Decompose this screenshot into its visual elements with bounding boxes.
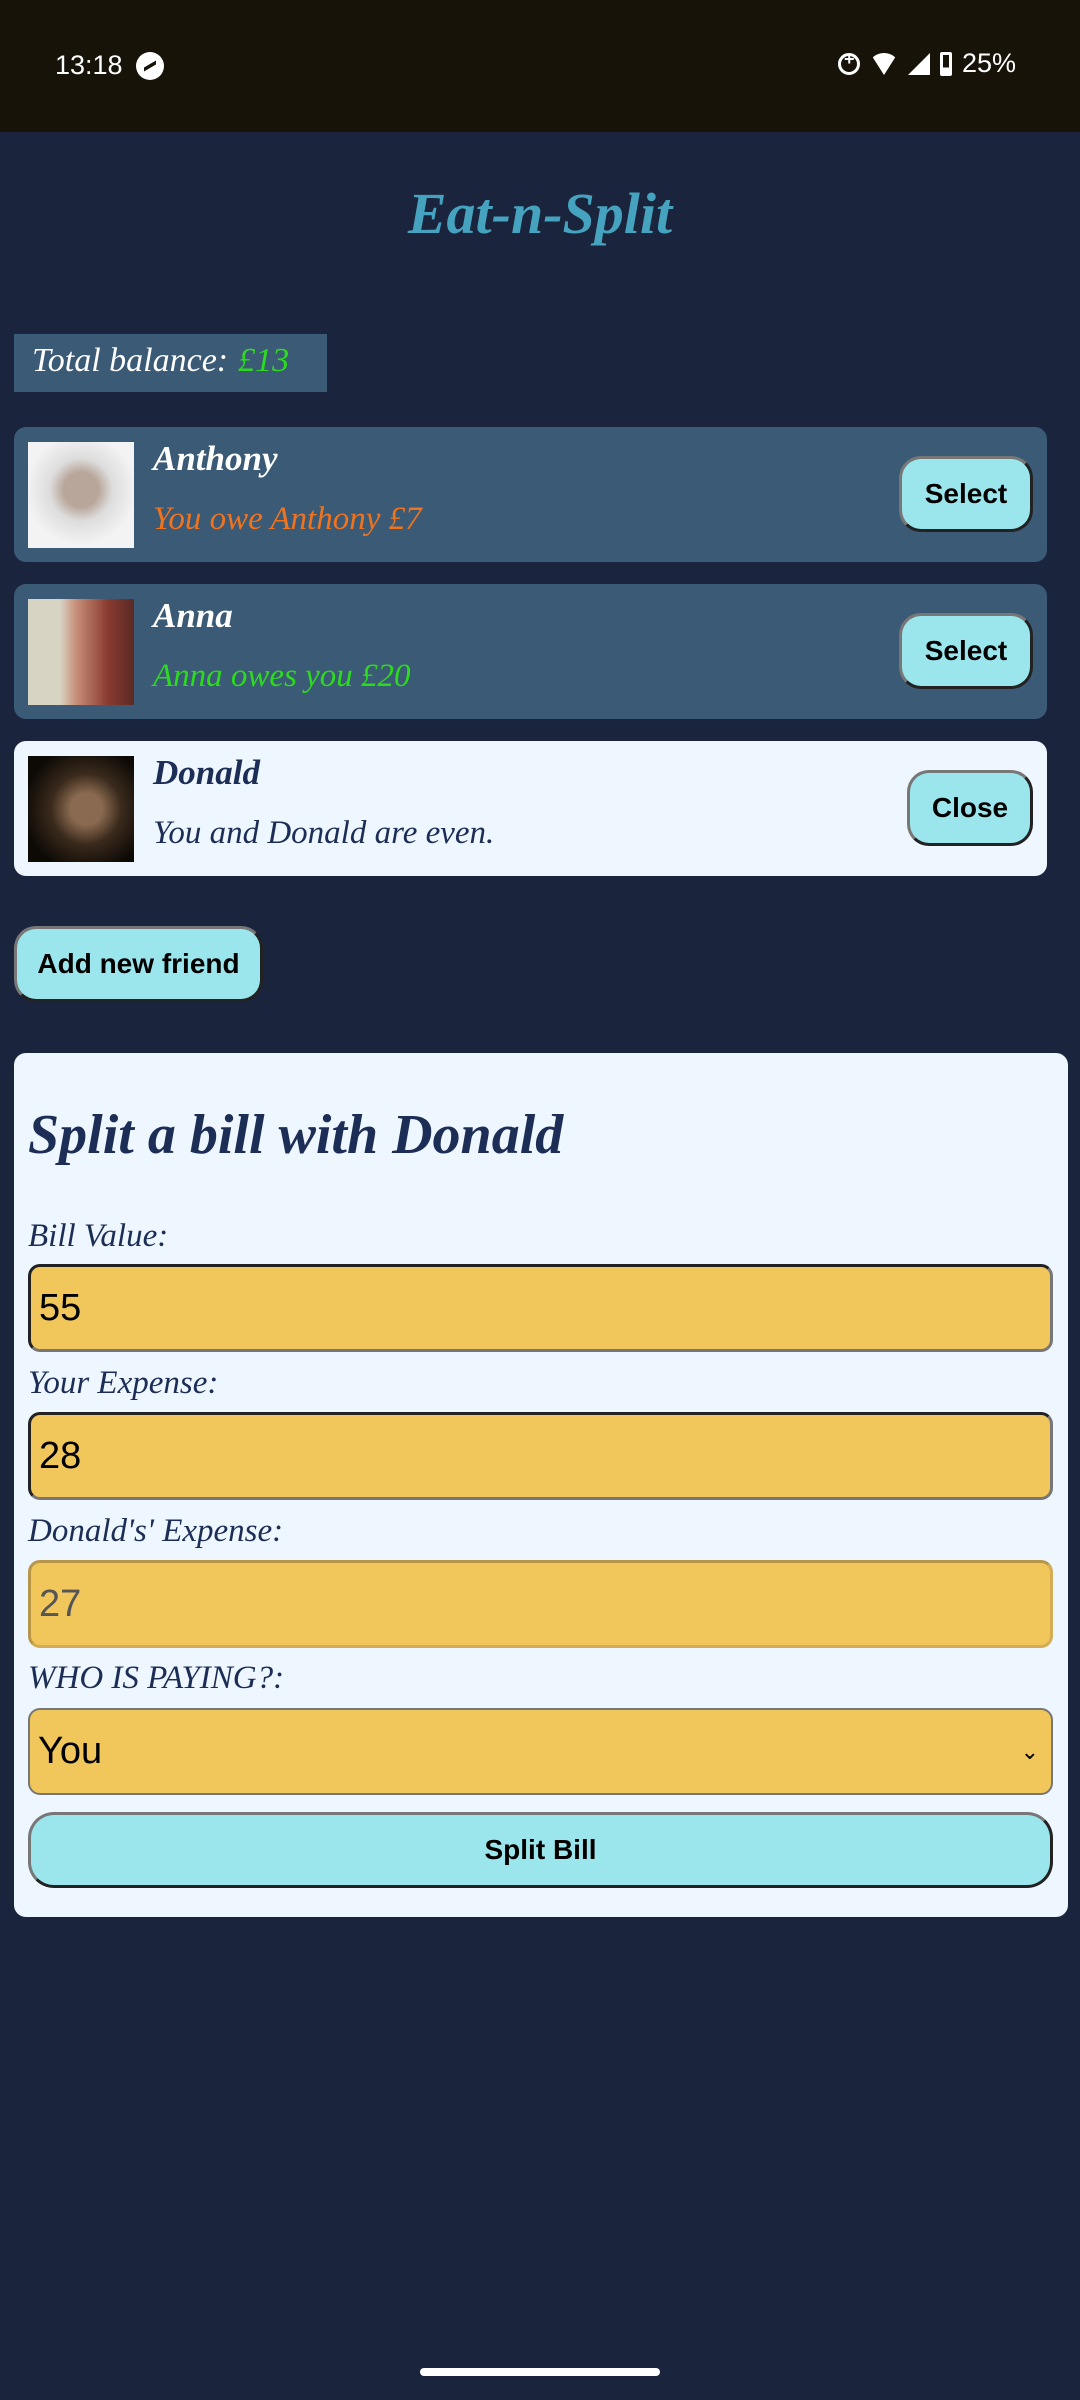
friend-card-anna: Anna Anna owes you £20 Select bbox=[14, 584, 1047, 719]
status-bar: 13:18 25% bbox=[0, 0, 1080, 132]
split-bill-form: Split a bill with Donald Bill Value: 55 … bbox=[14, 1053, 1068, 1917]
avatar bbox=[28, 756, 134, 862]
split-bill-button[interactable]: Split Bill bbox=[28, 1812, 1053, 1888]
battery-percent: 25% bbox=[961, 48, 1016, 78]
bill-value-label: Bill Value: bbox=[28, 1218, 169, 1254]
friend-expense-input: 27 bbox=[28, 1560, 1053, 1648]
friend-balance: Anna owes you £20 bbox=[153, 658, 411, 694]
home-indicator[interactable] bbox=[420, 2368, 660, 2376]
signal-icon bbox=[907, 52, 930, 75]
friend-name: Anna bbox=[153, 596, 233, 635]
balance-label: Total balance: bbox=[32, 342, 229, 379]
battery-icon bbox=[939, 51, 952, 76]
friend-balance: You owe Anthony £7 bbox=[153, 501, 422, 537]
friend-balance: You and Donald are even. bbox=[153, 815, 495, 851]
select-button[interactable]: Select bbox=[899, 456, 1033, 532]
bill-value-input[interactable]: 55 bbox=[28, 1264, 1053, 1352]
app-title: Eat-n-Split bbox=[407, 181, 673, 246]
close-button[interactable]: Close bbox=[907, 770, 1033, 846]
friend-name: Donald bbox=[153, 753, 260, 792]
add-new-friend-button[interactable]: Add new friend bbox=[14, 926, 263, 1002]
select-button[interactable]: Select bbox=[899, 613, 1033, 689]
who-is-paying-select[interactable]: You ⌄ bbox=[28, 1708, 1053, 1795]
wifi-icon bbox=[869, 52, 898, 75]
form-heading: Split a bill with Donald bbox=[28, 1104, 564, 1166]
avatar bbox=[28, 599, 134, 705]
friend-expense-label: Donald's' Expense: bbox=[28, 1513, 284, 1549]
avatar bbox=[28, 442, 134, 548]
friend-card-donald: Donald You and Donald are even. Close bbox=[14, 741, 1047, 876]
friend-name: Anthony bbox=[153, 439, 278, 478]
friend-card-anthony: Anthony You owe Anthony £7 Select bbox=[14, 427, 1047, 562]
your-expense-input[interactable]: 28 bbox=[28, 1412, 1053, 1500]
status-time: 13:18 bbox=[55, 50, 123, 80]
total-balance: Total balance: £13 bbox=[14, 334, 327, 392]
chevron-down-icon: ⌄ bbox=[1020, 1738, 1039, 1764]
selected-payer: You bbox=[38, 1730, 103, 1772]
messenger-icon bbox=[136, 52, 164, 80]
balance-amount: £13 bbox=[238, 342, 290, 379]
your-expense-label: Your Expense: bbox=[28, 1365, 219, 1401]
who-is-paying-label: WHO IS PAYING?: bbox=[28, 1660, 285, 1696]
data-saver-icon bbox=[837, 49, 860, 75]
